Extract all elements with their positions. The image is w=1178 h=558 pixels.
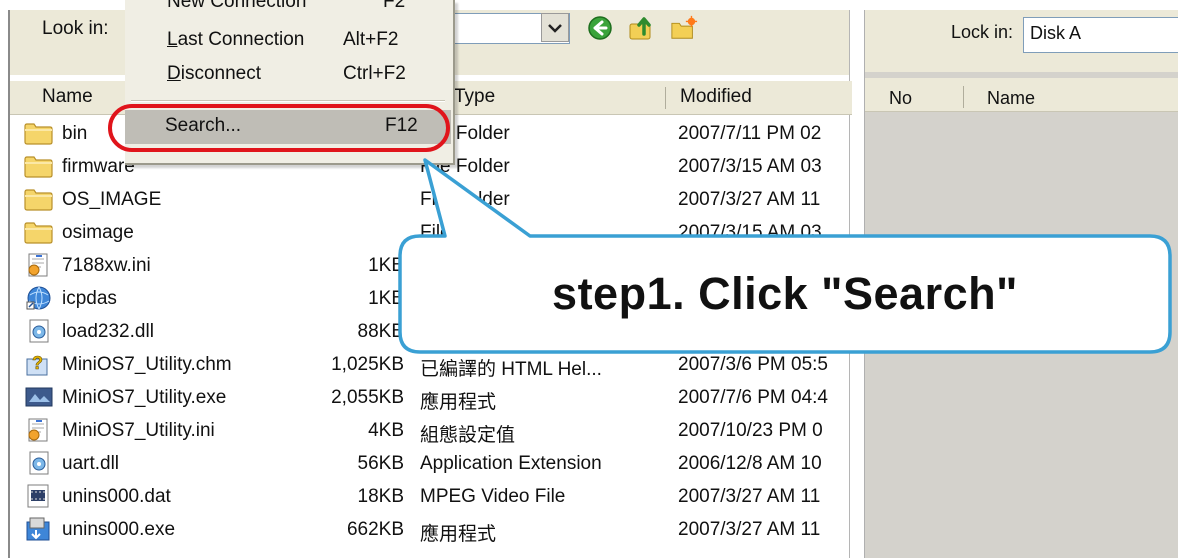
folder-icon <box>24 186 56 214</box>
application-icon <box>24 384 56 412</box>
file-type: MPEG Video File <box>420 486 566 507</box>
file-modified: 2007/7/6 PM 04:4 <box>678 387 828 408</box>
column-type-header[interactable]: Type <box>454 85 495 115</box>
column-name-header[interactable]: Name <box>42 85 93 115</box>
remote-look-in-field[interactable]: Disk A <box>1023 17 1178 53</box>
file-modified: 2007/10/23 PM 0 <box>678 420 823 441</box>
file-modified: 2007/3/27 AM 11 <box>678 519 821 540</box>
column-divider[interactable] <box>665 87 666 109</box>
app-window: Look in: Name Type Modified bin File Fold… <box>0 0 1178 558</box>
file-type: 組態設定值 <box>420 425 516 446</box>
menu-item-shortcut: Alt+F2 <box>343 29 399 50</box>
connection-menu: New Connection F2 Last Connection Alt+F2… <box>125 0 455 165</box>
file-size: 662KB <box>346 519 404 540</box>
file-name: bin <box>62 123 88 144</box>
menu-item-last-connection[interactable]: Last Connection Alt+F2 <box>125 24 451 58</box>
file-row[interactable]: uart.dll 56KB Application Extension 2006/12… <box>10 448 852 482</box>
dll-file-icon <box>24 318 56 346</box>
help-file-icon: ? <box>24 351 56 379</box>
menu-item-label: Search... <box>165 115 242 136</box>
up-folder-icon[interactable] <box>628 14 656 42</box>
file-name: unins000.exe <box>62 519 176 540</box>
file-name: load232.dll <box>62 321 154 342</box>
file-size: 2,055KB <box>331 387 404 408</box>
file-size: 4KB <box>368 420 404 441</box>
file-name: firmware <box>62 156 135 177</box>
menu-item-shortcut: F12 <box>385 115 418 136</box>
file-size: 1,025KB <box>331 354 404 375</box>
callout-text: step1. Click "Search" <box>552 268 1018 319</box>
right-toolbar: Lock in: Disk A <box>865 10 1178 72</box>
file-type: File Folder <box>420 189 510 210</box>
file-modified: 2007/3/27 AM 11 <box>678 486 821 507</box>
back-icon[interactable] <box>586 14 614 42</box>
menu-item-disconnect[interactable]: Disconnect Ctrl+F2 <box>125 58 451 92</box>
menu-item-search[interactable]: Search... F12 <box>125 110 451 144</box>
file-type: 應用程式 <box>420 524 497 545</box>
file-row[interactable]: ? MiniOS7_Utility.chm 1,025KB 已編譯的 HTML Hel… <box>10 349 852 383</box>
internet-shortcut-icon <box>24 285 56 313</box>
menu-item-new-connection[interactable]: New Connection F2 <box>125 0 451 20</box>
menu-item-label: New Connection <box>167 0 307 12</box>
file-size: 1KB <box>368 288 404 309</box>
settings-file-icon <box>24 417 56 445</box>
file-modified: 2007/7/11 PM 02 <box>678 123 822 144</box>
column-divider[interactable] <box>963 86 964 108</box>
file-type: Application Extension <box>420 453 602 474</box>
folder-icon <box>24 120 56 148</box>
look-in-label: Look in: <box>42 18 109 39</box>
file-row[interactable]: unins000.exe 662KB 應用程式 2007/3/27 AM 11 <box>10 514 852 548</box>
svg-text:?: ? <box>32 353 43 373</box>
file-name: 7188xw.ini <box>62 255 151 276</box>
file-name: unins000.dat <box>62 486 171 507</box>
column-modified-header[interactable]: Modified <box>680 85 752 115</box>
folder-icon <box>24 153 56 181</box>
file-name: MiniOS7_Utility.ini <box>62 420 215 441</box>
file-modified: 2006/12/8 AM 10 <box>678 453 822 474</box>
remote-list-header: No Name <box>865 78 1178 112</box>
file-modified: 2007/3/6 PM 05:5 <box>678 354 828 375</box>
file-name: osimage <box>62 222 134 243</box>
menu-item-shortcut: Ctrl+F2 <box>343 63 406 84</box>
file-name: MiniOS7_Utility.exe <box>62 387 227 408</box>
remote-look-in-label: Lock in: <box>951 22 1014 42</box>
video-file-icon <box>24 483 56 511</box>
menu-separator <box>131 100 445 102</box>
file-modified: 2007/3/15 AM 03 <box>678 156 822 177</box>
file-row[interactable]: MiniOS7_Utility.exe 2,055KB 應用程式 2007/7/6 P… <box>10 382 852 416</box>
settings-file-icon <box>24 252 56 280</box>
file-type: 已編譯的 HTML Hel... <box>420 359 602 380</box>
file-modified: 2007/3/27 AM 11 <box>678 189 821 210</box>
file-name: uart.dll <box>62 453 120 474</box>
folder-icon <box>24 219 56 247</box>
file-size: 18KB <box>357 486 404 507</box>
file-row[interactable]: unins000.dat 18KB MPEG Video File 2007/3/27… <box>10 481 852 515</box>
file-name: MiniOS7_Utility.chm <box>62 354 232 375</box>
file-size: 88KB <box>357 321 404 342</box>
menu-item-shortcut: F2 <box>383 0 406 12</box>
menu-item-label: Disconnect <box>167 63 262 84</box>
file-row[interactable]: MiniOS7_Utility.ini 4KB 組態設定值 2007/10/23 PM… <box>10 415 852 449</box>
chevron-down-icon[interactable] <box>541 13 569 42</box>
file-name: icpdas <box>62 288 117 309</box>
file-size: 56KB <box>357 453 404 474</box>
menu-item-label: Last Connection <box>167 29 305 50</box>
file-size: 1KB <box>368 255 404 276</box>
new-folder-icon[interactable] <box>670 14 698 42</box>
dll-file-icon <box>24 450 56 478</box>
file-row[interactable]: OS_IMAGE File Folder 2007/3/27 AM 11 <box>10 184 852 218</box>
file-name: OS_IMAGE <box>62 189 162 210</box>
installer-icon <box>24 516 56 544</box>
file-type: 應用程式 <box>420 392 497 413</box>
